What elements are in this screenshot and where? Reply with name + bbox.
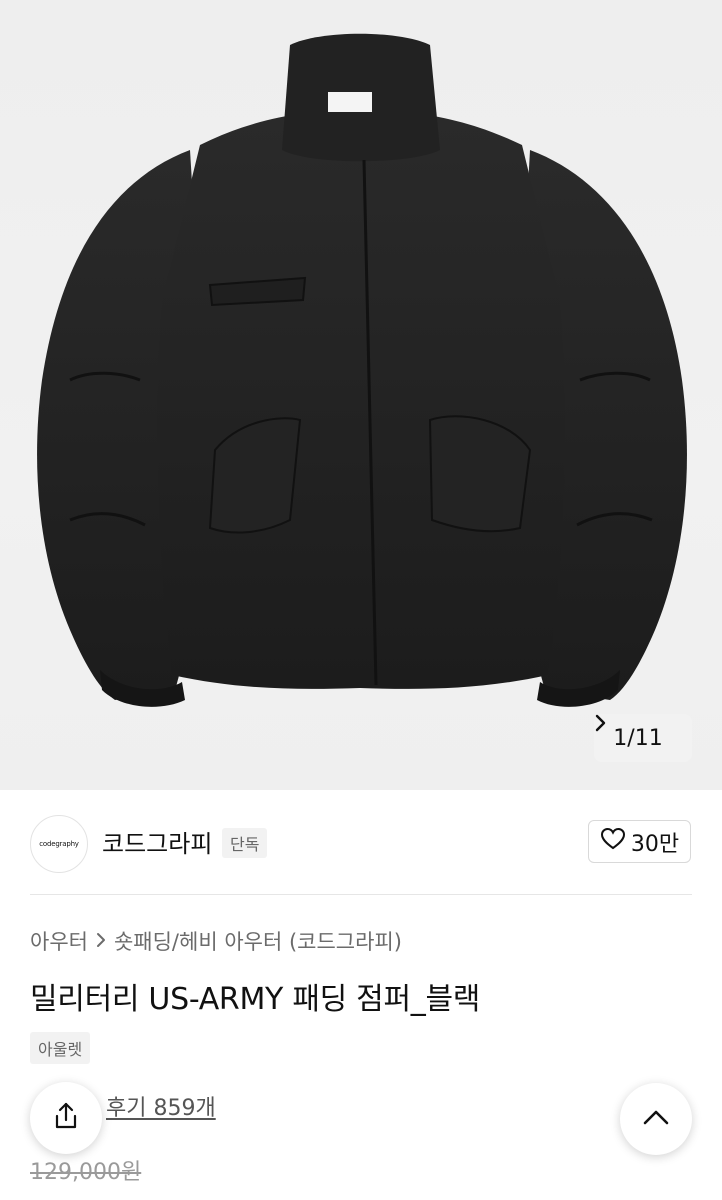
exclusive-badge: 단독 [222,828,268,858]
image-pager[interactable]: 1/11 [594,714,692,762]
share-icon [51,1101,81,1135]
like-button[interactable]: 30만 [588,820,691,863]
brand-name[interactable]: 코드그라피 [102,824,212,859]
review-link[interactable]: 후기 859개 [106,1090,216,1122]
share-button[interactable] [30,1082,102,1154]
pager-separator: / [627,725,635,751]
pager-current: 1 [613,725,628,751]
heart-icon [600,827,626,857]
chevron-up-icon [643,1109,669,1129]
product-image [37,33,687,707]
like-count: 30만 [630,831,680,857]
product-title: 밀리터리 US-ARMY 패딩 점퍼_블랙 [30,982,481,1017]
original-price: 129,000원 [30,1160,142,1185]
breadcrumb: 아우터 숏패딩/헤비 아우터 (코드그라피) [30,926,402,956]
chevron-right-icon [96,929,106,953]
pager-counter: 1/11 [613,726,662,751]
scroll-to-top-button[interactable] [620,1083,692,1155]
product-image-gallery[interactable]: 1/11 [0,0,722,790]
pager-total: 11 [634,725,663,751]
breadcrumb-category[interactable]: 아우터 [30,926,88,956]
outlet-badge: 아울렛 [30,1032,91,1064]
brand-logo[interactable]: codegraphy [30,815,88,873]
brand-logo-text: codegraphy [39,840,79,848]
brand-row: codegraphy 코드그라피 단독 30만 [0,790,722,894]
divider [30,894,692,895]
breadcrumb-subcategory[interactable]: 숏패딩/헤비 아우터 (코드그라피) [114,926,402,956]
